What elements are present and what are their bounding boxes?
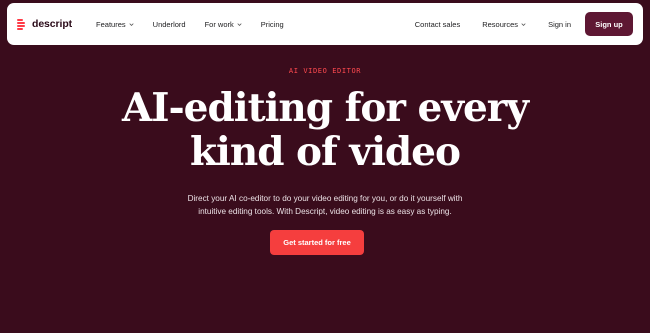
brand-name: descript	[32, 18, 73, 30]
nav-item-label: Features	[96, 19, 126, 29]
chevron-down-icon	[237, 22, 242, 26]
chevron-down-icon	[129, 22, 134, 26]
hero-subtitle: Direct your AI co-editor to do your vide…	[0, 193, 650, 218]
nav-item-features[interactable]: Features	[96, 20, 134, 29]
nav-item-for-work[interactable]: For work	[205, 20, 242, 29]
nav-item-sign-in[interactable]: Sign in	[548, 20, 571, 29]
nav-item-label: Contact sales	[414, 19, 461, 29]
nav-item-contact-sales[interactable]: Contact sales	[415, 20, 460, 29]
chevron-down-icon	[521, 22, 526, 26]
headline-line-2: kind of video	[190, 129, 461, 175]
get-started-button[interactable]: Get started for free	[270, 230, 364, 255]
nav-item-label: For work	[204, 19, 234, 29]
sign-up-button[interactable]: Sign up	[585, 12, 633, 36]
nav-item-resources[interactable]: Resources	[482, 20, 526, 29]
nav-item-pricing[interactable]: Pricing	[261, 20, 284, 29]
hero-eyebrow: AI VIDEO EDITOR	[288, 67, 362, 75]
nav-item-label: Underlord	[152, 19, 186, 29]
headline-line-1: AI-editing for every	[121, 85, 529, 131]
descript-logo-icon	[17, 18, 25, 30]
nav-item-label: Sign in	[548, 19, 571, 29]
nav-item-label: Pricing	[260, 19, 284, 29]
top-navbar: descript Features Underlord For work Pri…	[7, 3, 643, 45]
brand-logo[interactable]: descript	[17, 18, 72, 30]
subtitle-line-1: Direct your AI co-editor to do your vide…	[187, 194, 463, 203]
hero-headline: AI-editing for every kind of video	[0, 86, 650, 174]
subtitle-line-2: intuitive editing tools. With Descript, …	[198, 206, 452, 216]
nav-item-underlord[interactable]: Underlord	[153, 20, 186, 29]
nav-item-label: Resources	[482, 19, 519, 29]
